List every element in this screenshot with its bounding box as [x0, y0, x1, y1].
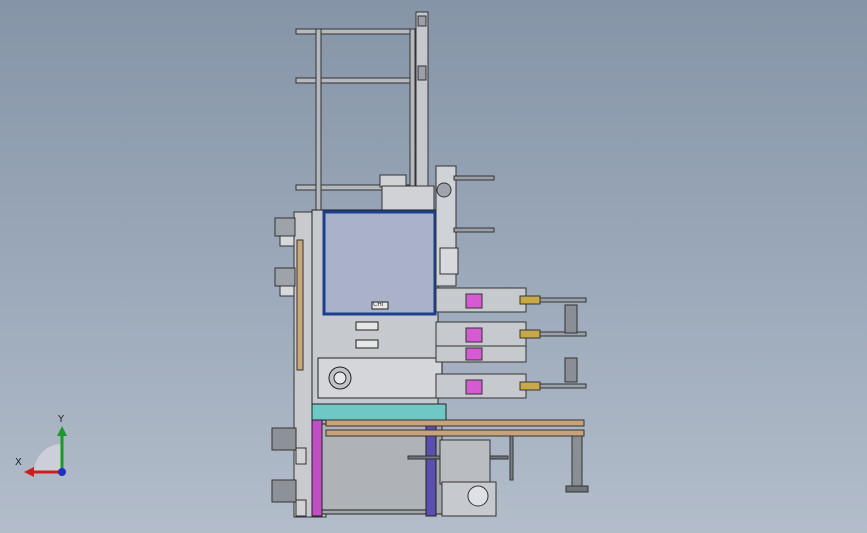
coordinate-triad — [24, 426, 67, 477]
x-axis-label: X — [15, 457, 22, 468]
cylinder-stack — [435, 165, 587, 399]
z-axis-dot — [58, 468, 66, 476]
x-arrowhead-icon — [24, 467, 34, 477]
machine-assembly[interactable] — [0, 0, 867, 533]
y-arrowhead-icon — [57, 426, 67, 436]
y-axis-label: Y — [58, 414, 65, 425]
upper-frame — [295, 11, 435, 216]
door-label: CHI — [373, 301, 384, 308]
main-cabinet — [311, 209, 447, 517]
cad-viewport[interactable]: Y X CHI — [0, 0, 867, 533]
